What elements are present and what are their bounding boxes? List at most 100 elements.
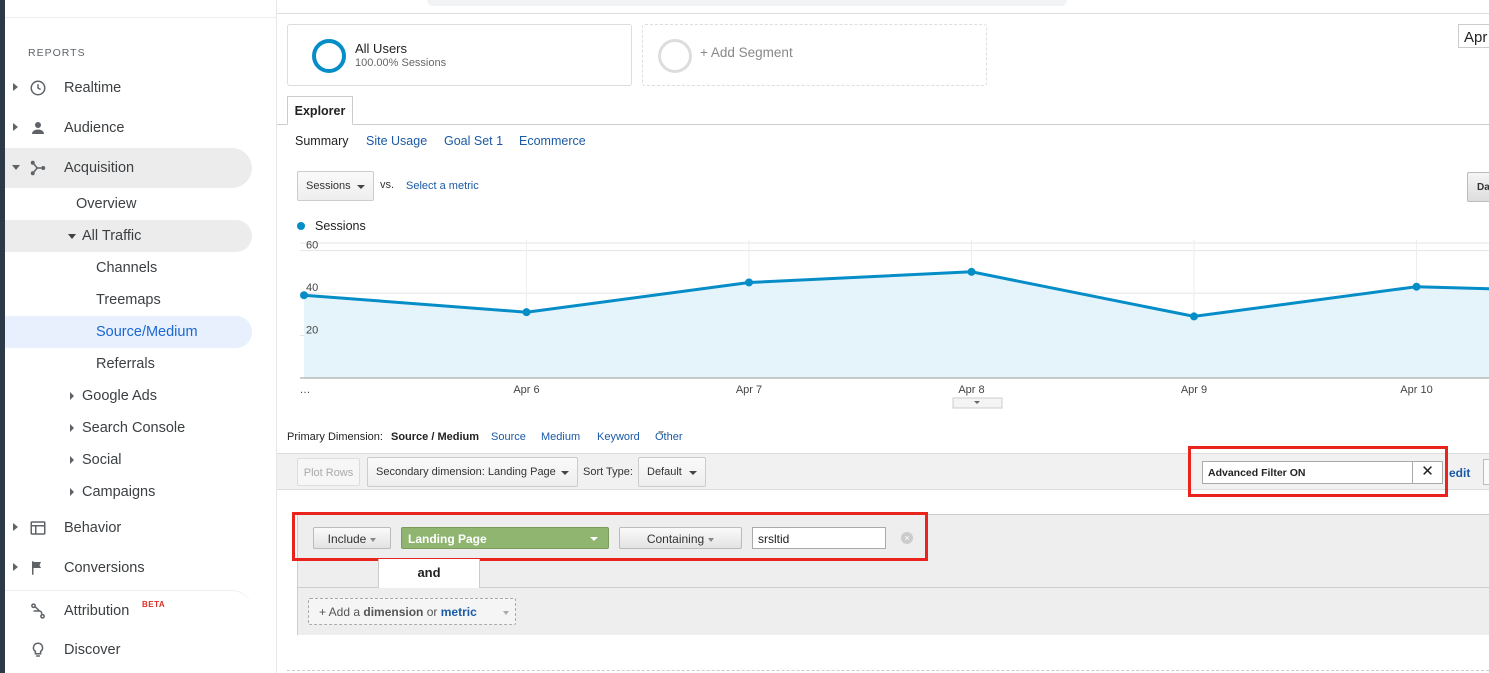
lightbulb-icon bbox=[32, 642, 44, 657]
sidebar-item-campaigns[interactable]: Campaigns bbox=[5, 476, 252, 508]
x-tick-label: Apr 6 bbox=[513, 384, 539, 396]
sidebar-item-label: Audience bbox=[64, 120, 125, 136]
sidebar-item-label: Overview bbox=[76, 196, 137, 212]
y-tick-label: 20 bbox=[306, 325, 318, 337]
expand-caret-icon bbox=[70, 488, 74, 496]
segment-ring-icon bbox=[312, 39, 346, 73]
chevron-down-icon bbox=[357, 185, 365, 189]
sidebar-item-label: Campaigns bbox=[82, 484, 156, 500]
sessions-area bbox=[304, 271, 1489, 378]
add-dimension-label: dimension bbox=[363, 605, 424, 619]
acquisition-icon bbox=[30, 160, 46, 176]
sidebar-item-label: Referrals bbox=[96, 356, 155, 372]
select-metric-link[interactable]: Select a metric bbox=[406, 180, 479, 192]
sidebar-item-label: Social bbox=[82, 452, 122, 468]
sidebar-item-label: Acquisition bbox=[64, 160, 135, 176]
sidebar-item-source-medium[interactable]: Source/Medium bbox=[5, 316, 252, 348]
toolbar-button-stub[interactable] bbox=[1483, 459, 1489, 485]
sidebar-item-label: Google Ads bbox=[82, 388, 157, 404]
tab-bar-divider bbox=[277, 124, 1489, 125]
sidebar-item-audience[interactable]: Audience bbox=[5, 108, 252, 148]
report-main: All Users 100.00% Sessions + Add Segment… bbox=[277, 0, 1489, 673]
chevron-down-icon bbox=[689, 471, 697, 475]
sidebar-item-behavior[interactable]: Behavior bbox=[5, 508, 252, 548]
flag-icon bbox=[32, 561, 41, 575]
sidebar: REPORTS Realtime Audience Acquisition Ov… bbox=[5, 0, 277, 673]
date-range-picker[interactable]: Apr bbox=[1458, 24, 1489, 48]
sessions-chart: 20 40 60 … Apr 6 Apr 7 Apr 8 Apr 9 Apr 10 bbox=[300, 240, 1489, 409]
day-granularity-button[interactable]: Da bbox=[1467, 172, 1489, 202]
dimension-source-medium[interactable]: Source / Medium bbox=[391, 431, 479, 443]
sidebar-item-attribution[interactable]: Attribution BETA bbox=[5, 590, 252, 630]
sidebar-item-label: All Traffic bbox=[82, 228, 142, 244]
dimension-keyword[interactable]: Keyword bbox=[597, 431, 640, 443]
sidebar-item-treemaps[interactable]: Treemaps bbox=[96, 284, 161, 316]
expand-caret-icon bbox=[13, 563, 18, 571]
y-tick-label: 60 bbox=[306, 240, 318, 252]
subtab-ecommerce[interactable]: Ecommerce bbox=[519, 134, 586, 148]
sort-type-select[interactable]: Default bbox=[638, 457, 706, 487]
add-dimension-or-metric-button[interactable]: + Add a dimension or metric bbox=[308, 598, 516, 625]
bottom-divider bbox=[287, 670, 1489, 671]
edit-filter-link[interactable]: edit bbox=[1449, 466, 1470, 480]
add-prefix: + Add a bbox=[319, 605, 364, 619]
data-point[interactable] bbox=[522, 308, 531, 317]
primary-dimension-label: Primary Dimension: bbox=[287, 431, 383, 443]
legend-dot-icon bbox=[297, 222, 305, 230]
sidebar-item-label: Source/Medium bbox=[96, 324, 198, 340]
dimension-medium[interactable]: Medium bbox=[541, 431, 580, 443]
attribution-icon bbox=[31, 603, 45, 619]
subtab-summary[interactable]: Summary bbox=[295, 134, 348, 148]
add-segment-button[interactable]: + Add Segment bbox=[642, 24, 987, 86]
sidebar-item-all-traffic[interactable]: All Traffic bbox=[5, 220, 252, 252]
secondary-dimension-value: Secondary dimension: Landing Page bbox=[376, 466, 556, 478]
data-point[interactable] bbox=[745, 278, 753, 287]
sidebar-item-google-ads[interactable]: Google Ads bbox=[5, 380, 252, 412]
top-bar bbox=[277, 0, 1489, 14]
dimension-source[interactable]: Source bbox=[491, 431, 526, 443]
x-tick-label: Apr 10 bbox=[1400, 384, 1432, 396]
plot-rows-button[interactable]: Plot Rows bbox=[297, 458, 360, 486]
data-point[interactable] bbox=[1412, 282, 1421, 291]
sidebar-item-search-console[interactable]: Search Console bbox=[5, 412, 252, 444]
behavior-icon bbox=[30, 521, 46, 535]
chevron-down-icon bbox=[658, 431, 664, 435]
sidebar-item-realtime[interactable]: Realtime bbox=[5, 68, 252, 108]
sidebar-item-acquisition[interactable]: Acquisition bbox=[5, 148, 252, 188]
sidebar-item-social[interactable]: Social bbox=[5, 444, 252, 476]
segment-all-users[interactable]: All Users 100.00% Sessions bbox=[287, 24, 632, 86]
sidebar-item-overview[interactable]: Overview bbox=[76, 188, 136, 220]
sidebar-item-channels[interactable]: Channels bbox=[96, 252, 157, 284]
search-bar-stub[interactable] bbox=[427, 0, 1067, 6]
expand-caret-icon bbox=[13, 523, 18, 531]
person-icon bbox=[32, 122, 44, 134]
subtab-site-usage[interactable]: Site Usage bbox=[366, 134, 427, 148]
collapse-caret-icon bbox=[12, 165, 20, 170]
vs-label: vs. bbox=[380, 179, 395, 191]
secondary-dimension-select[interactable]: Secondary dimension: Landing Page bbox=[367, 457, 578, 487]
expand-caret-icon bbox=[70, 456, 74, 464]
x-tick-label: Apr 7 bbox=[736, 384, 762, 396]
subtab-goal-set-1[interactable]: Goal Set 1 bbox=[444, 134, 503, 148]
sidebar-item-label: Conversions bbox=[64, 560, 145, 576]
sidebar-item-label: Attribution bbox=[64, 602, 130, 619]
tab-explorer[interactable]: Explorer bbox=[287, 96, 353, 125]
collapse-caret-icon bbox=[68, 234, 76, 239]
sidebar-item-discover[interactable]: Discover bbox=[5, 630, 252, 670]
add-or-label: or bbox=[423, 605, 441, 619]
chevron-down-icon bbox=[503, 611, 509, 615]
chevron-down-icon bbox=[561, 471, 569, 475]
sort-type-value: Default bbox=[647, 466, 682, 478]
highlight-box bbox=[1188, 446, 1448, 497]
data-point[interactable] bbox=[967, 267, 976, 276]
and-tab[interactable]: and bbox=[378, 559, 480, 588]
sidebar-item-conversions[interactable]: Conversions bbox=[5, 548, 252, 588]
metric-select[interactable]: Sessions bbox=[297, 171, 374, 201]
x-tick-label: Apr 8 bbox=[958, 384, 984, 396]
sidebar-item-referrals[interactable]: Referrals bbox=[96, 348, 155, 380]
chart-resize-handle[interactable] bbox=[952, 397, 1003, 409]
expand-caret-icon bbox=[13, 83, 18, 91]
data-point[interactable] bbox=[1190, 312, 1198, 321]
x-tick-label: … bbox=[300, 384, 311, 396]
y-tick-label: 40 bbox=[306, 282, 318, 294]
